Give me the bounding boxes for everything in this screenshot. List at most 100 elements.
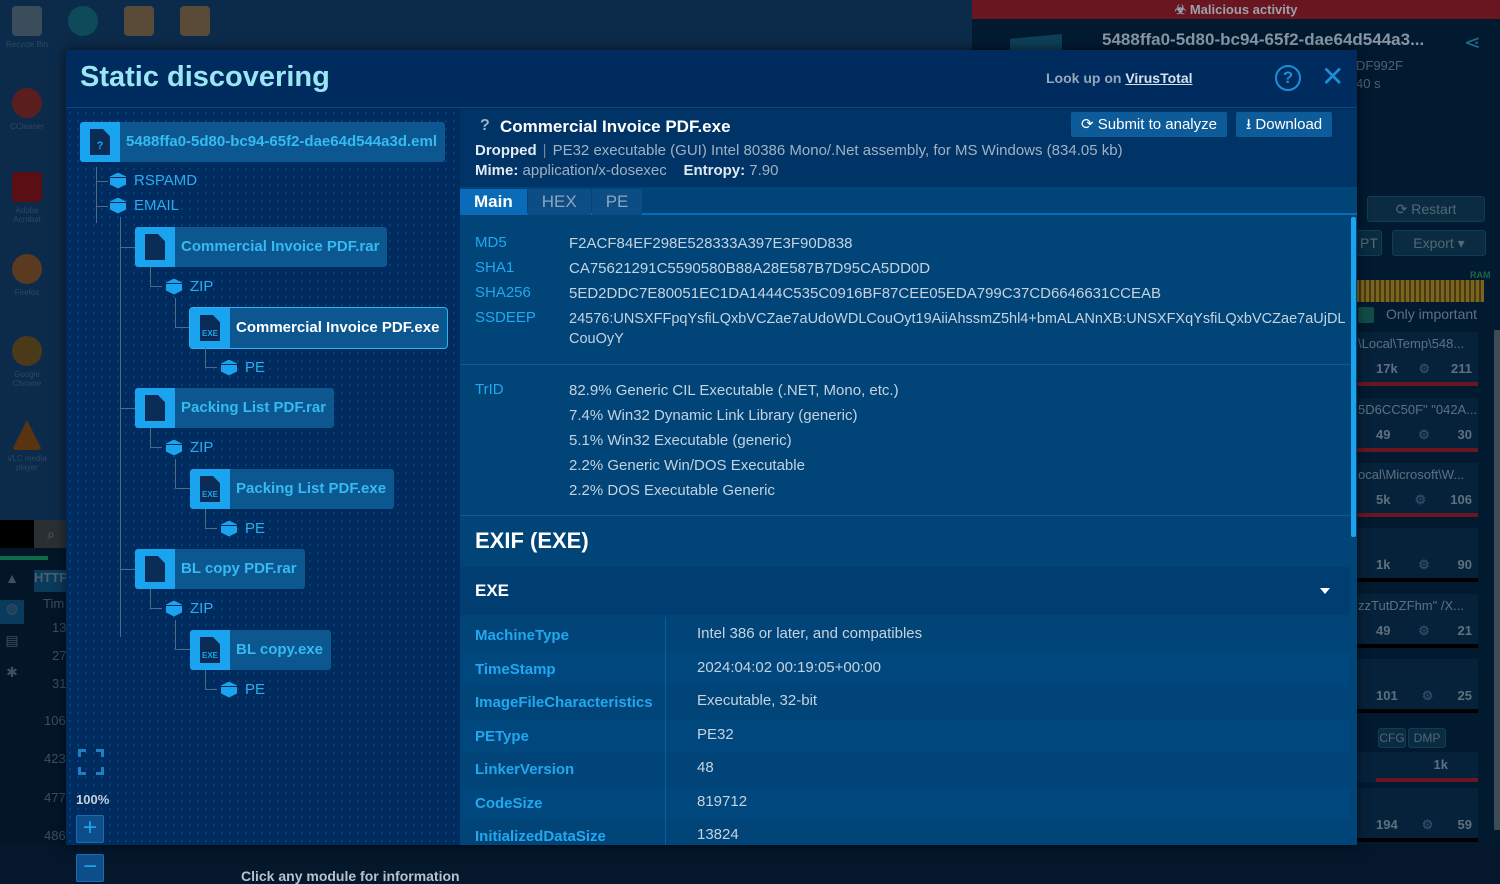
gear-icon: ⚙	[1418, 552, 1430, 578]
only-important-checkbox[interactable]: Only important	[1358, 306, 1477, 323]
desktop-icon-vlc[interactable]: VLC media player	[2, 420, 52, 472]
exif-row: PEType PE32	[460, 720, 1350, 753]
unknown-file-icon: ?	[80, 122, 120, 162]
process-card[interactable]: ocal\Microsoft\W... 5k⚙106	[1356, 463, 1478, 517]
archive-file-icon	[135, 388, 175, 428]
tree-connector	[120, 408, 136, 409]
tab-pe[interactable]: PE	[592, 189, 643, 215]
tree-node-exe[interactable]: EXE BL copy.exe	[190, 630, 331, 670]
tree-connector	[150, 589, 162, 609]
desktop-icon-firefox[interactable]: Firefox	[2, 254, 52, 297]
globe-icon[interactable]: ◍	[0, 600, 24, 624]
malicious-activity-banner: ☣ Malicious activity	[972, 0, 1500, 19]
vlc-icon	[12, 420, 42, 450]
process-card[interactable]: 101⚙25	[1356, 659, 1478, 713]
process-card[interactable]: 5D6CC50F" "042A... 49⚙30	[1356, 398, 1478, 452]
exif-exe-collapsible[interactable]: EXE	[460, 567, 1350, 615]
module-cube-icon	[221, 360, 237, 376]
tree-module-zip[interactable]: ZIP	[166, 600, 213, 617]
tab-main[interactable]: Main	[460, 189, 527, 215]
process-card[interactable]: \Local\Temp\548... 17k⚙211	[1356, 332, 1478, 386]
tree-module-zip[interactable]: ZIP	[166, 439, 213, 456]
tree-connector	[120, 217, 121, 637]
tree-module-pe[interactable]: PE	[221, 681, 265, 698]
file-type-line: Dropped | PE32 executable (GUI) Intel 8038…	[475, 142, 1123, 159]
download-button[interactable]: ⭳ Download	[1236, 112, 1332, 137]
detail-scrollbar[interactable]	[1351, 217, 1356, 537]
module-cube-icon	[221, 682, 237, 698]
tree-connector	[96, 206, 108, 207]
cfg-tag[interactable]: CFG	[1378, 728, 1406, 748]
module-cube-icon	[166, 601, 182, 617]
row-time: 27	[52, 648, 66, 663]
export-button[interactable]: Export ▾	[1392, 230, 1486, 256]
submit-to-analyze-button[interactable]: ⟳ Submit to analyze	[1071, 112, 1227, 137]
module-cube-icon	[221, 521, 237, 537]
desktop-icon-acrobat[interactable]: Adobe Acrobat	[2, 172, 52, 224]
desktop-icon-word-doc[interactable]	[170, 6, 220, 40]
virustotal-link[interactable]: VirusTotal	[1125, 70, 1192, 86]
process-card[interactable]: 1k	[1356, 752, 1478, 782]
file-type: PE32 executable (GUI) Intel 80386 Mono/.…	[553, 142, 1123, 159]
exe-file-icon: EXE	[190, 308, 230, 348]
file-detail-panel: ? Commercial Invoice PDF.exe ⟳ Submit to…	[460, 109, 1357, 845]
module-tree: ? 5488ffa0-5d80-bc94-65f2-dae64d544a3d.e…	[66, 109, 460, 845]
exe-file-icon: EXE	[190, 469, 230, 509]
process-card[interactable]: 1k⚙90	[1356, 528, 1478, 582]
detail-tabs: Main HEX PE	[460, 189, 1357, 215]
exe-file-icon: EXE	[190, 630, 230, 670]
close-icon[interactable]: ✕	[1321, 62, 1344, 92]
zoom-in-button[interactable]: +	[76, 815, 104, 843]
pt-button[interactable]: PT	[1356, 230, 1382, 256]
tree-module-rspamd[interactable]: RSPAMD	[110, 172, 197, 189]
tree-node-archive[interactable]: Commercial Invoice PDF.rar	[135, 227, 387, 267]
recycle-bin-icon	[12, 6, 42, 36]
tree-module-email[interactable]: EMAIL	[110, 197, 179, 214]
checkbox-icon	[1358, 307, 1374, 323]
tree-node-exe[interactable]: EXE Packing List PDF.exe	[190, 469, 394, 509]
exif-section-header: EXIF (EXE)	[460, 515, 1350, 567]
zoom-out-button[interactable]: −	[76, 854, 104, 882]
tree-hint: Click any module for information	[241, 868, 460, 884]
archive-file-icon	[135, 227, 175, 267]
tree-module-pe[interactable]: PE	[221, 359, 265, 376]
desktop-icon-edge[interactable]	[58, 6, 108, 40]
process-card[interactable]: 194⚙59	[1356, 788, 1478, 842]
desktop-icon-word-doc[interactable]	[114, 6, 164, 40]
tree-node-archive[interactable]: BL copy PDF.rar	[135, 549, 305, 589]
tree-connector	[150, 267, 162, 287]
ccleaner-icon	[12, 88, 42, 118]
desktop-icon-recycle-bin[interactable]: Recycle Bin	[2, 6, 52, 49]
tree-node-archive[interactable]: Packing List PDF.rar	[135, 388, 334, 428]
word-doc-icon	[180, 6, 210, 36]
share-icon[interactable]: ⋖	[1464, 30, 1481, 55]
windows-start-button[interactable]	[0, 520, 34, 548]
tree-module-pe[interactable]: PE	[221, 520, 265, 537]
search-icon[interactable]: ⌕	[34, 520, 68, 548]
tree-node-exe[interactable]: EXE Commercial Invoice PDF.exe	[190, 308, 447, 348]
desktop-icon-ccleaner[interactable]: CCleaner	[2, 88, 52, 131]
dropped-label: Dropped	[475, 142, 537, 159]
background-scrollbar[interactable]	[1494, 330, 1500, 830]
file-icon[interactable]: ▤	[0, 632, 24, 649]
tab-hex[interactable]: HEX	[528, 189, 591, 215]
exif-row: CodeSize 819712	[460, 787, 1350, 820]
collapse-arrow-icon[interactable]: ▲	[0, 570, 24, 586]
http-tab[interactable]: HTTP	[34, 570, 68, 592]
dmp-tag[interactable]: DMP	[1408, 728, 1446, 748]
tree-module-zip[interactable]: ZIP	[166, 278, 213, 295]
separator: |	[543, 142, 547, 159]
restart-button[interactable]: ⟳ Restart	[1367, 196, 1485, 222]
tree-node-root-eml[interactable]: ? 5488ffa0-5d80-bc94-65f2-dae64d544a3d.e…	[80, 122, 445, 162]
fullscreen-icon[interactable]	[78, 749, 104, 775]
module-cube-icon	[166, 440, 182, 456]
module-cube-icon	[110, 173, 126, 189]
word-doc-icon	[124, 6, 154, 36]
tree-connector	[175, 298, 190, 328]
process-card[interactable]: zzTutDZFhm" /X... 49⚙21	[1356, 594, 1478, 648]
trid-item: 82.9% Generic CIL Executable (.NET, Mono…	[569, 378, 1349, 403]
help-icon[interactable]: ?	[1275, 65, 1301, 91]
desktop-icon-chrome[interactable]: Google Chrome	[2, 336, 52, 388]
chevron-down-icon: ▾	[1454, 235, 1465, 251]
bug-icon[interactable]: ✱	[0, 664, 24, 681]
